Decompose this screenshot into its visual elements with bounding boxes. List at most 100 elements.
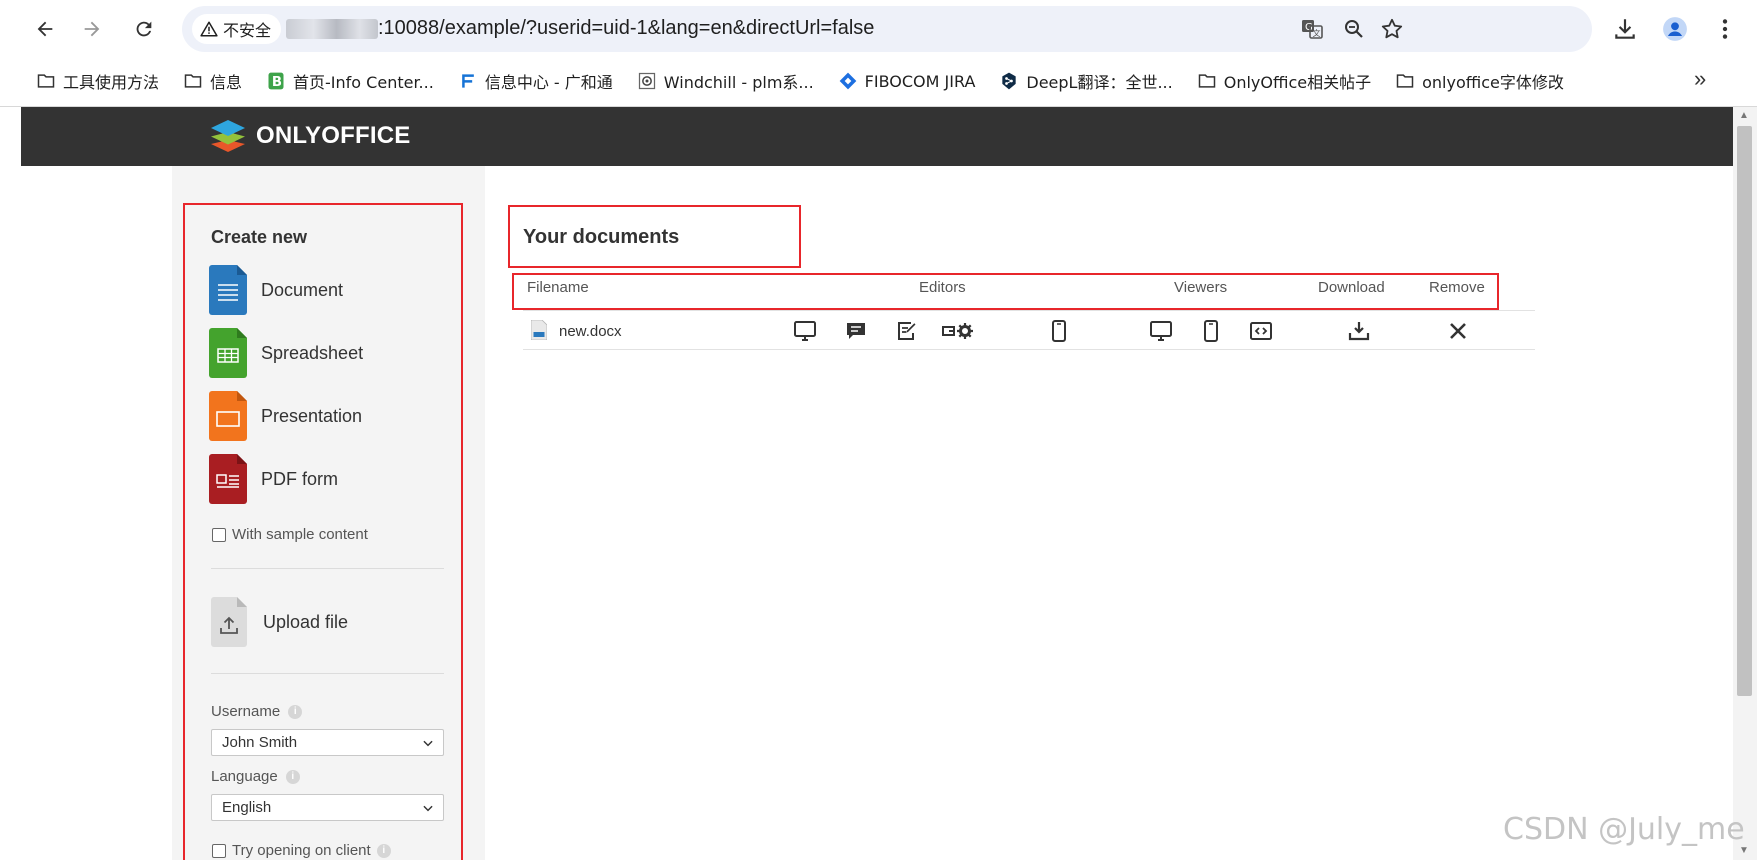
table-header-divider [523, 310, 1535, 311]
create-pdf-form-button[interactable]: PDF form [209, 454, 338, 504]
onlyoffice-logo[interactable]: ONLYOFFICE [208, 118, 410, 154]
bookmarks-bar: 工具使用方法 信息 B 首页-Info Center... 信息中心 - 广和通… [0, 64, 1757, 98]
column-header-download: Download [1318, 279, 1385, 296]
desktop-editor-icon[interactable] [793, 319, 817, 343]
bookmark-1[interactable]: 信息 [183, 69, 242, 93]
column-header-filename: Filename [527, 279, 589, 296]
column-header-remove: Remove [1429, 279, 1485, 296]
sample-content-checkbox[interactable] [212, 527, 226, 542]
upload-file-button[interactable]: Upload file [211, 597, 348, 647]
username-value: John Smith [222, 734, 298, 751]
docx-file-icon [531, 320, 547, 340]
bookmark-3[interactable]: 信息中心 - 广和通 [458, 69, 613, 93]
language-value: English [222, 799, 272, 816]
column-header-editors: Editors [919, 279, 966, 296]
spreadsheet-file-icon [209, 328, 247, 378]
mobile-viewer-icon[interactable] [1199, 319, 1223, 343]
embedded-viewer-icon[interactable] [1249, 319, 1273, 343]
security-chip[interactable]: 不安全 [192, 14, 282, 44]
folder-icon [1198, 74, 1215, 88]
security-label: 不安全 [223, 21, 272, 40]
bookmark-6[interactable]: DeepL翻译：全世... [999, 69, 1173, 93]
chevron-down-icon [423, 805, 433, 812]
b-logo-icon: B [268, 72, 284, 90]
document-label: Document [261, 279, 344, 300]
sample-content-option[interactable]: With sample content [212, 526, 368, 543]
menu-dots-icon[interactable] [1712, 16, 1738, 42]
bookmark-7[interactable]: OnlyOffice相关帖子 [1197, 69, 1371, 93]
try-opening-on-client-checkbox[interactable] [212, 843, 226, 858]
folder-icon [1396, 74, 1414, 88]
arrow-right-icon [84, 21, 100, 37]
bookmark-8[interactable]: onlyoffice字体修改 [1395, 69, 1564, 93]
folder-icon [37, 74, 55, 88]
folder-icon [184, 74, 202, 88]
form-filling-editor-icon[interactable] [941, 319, 975, 343]
desktop-viewer-icon[interactable] [1149, 319, 1173, 343]
info-icon[interactable]: i [376, 843, 391, 858]
sidebar-divider [211, 568, 444, 569]
warning-icon [200, 21, 218, 37]
username-label: Username i [211, 703, 303, 720]
spreadsheet-label: Spreadsheet [261, 342, 364, 363]
onlyoffice-logo-icon [211, 120, 245, 152]
try-opening-on-client-option[interactable]: Try opening on client i [212, 842, 391, 859]
download-icon[interactable] [1612, 16, 1638, 42]
star-icon[interactable] [1380, 17, 1404, 41]
language-label: Language i [211, 768, 300, 785]
back-button[interactable] [30, 14, 60, 44]
create-spreadsheet-button[interactable]: Spreadsheet [209, 328, 363, 378]
comment-editor-icon[interactable] [844, 319, 868, 343]
try-opening-on-client-label: Try opening on client [232, 842, 371, 859]
jira-icon [839, 72, 857, 90]
reload-icon [136, 21, 152, 37]
create-presentation-button[interactable]: Presentation [209, 391, 362, 441]
pdf-form-file-icon [209, 454, 247, 504]
presentation-label: Presentation [261, 405, 363, 426]
url-text[interactable]: :10088/example/?userid=uid-1&lang=en&dir… [378, 17, 874, 40]
presentation-file-icon [209, 391, 247, 441]
download-file-icon[interactable] [1347, 319, 1371, 343]
upload-file-icon [211, 597, 247, 647]
sidebar-divider [211, 673, 444, 674]
windchill-icon [638, 72, 655, 90]
arrow-left-icon [37, 21, 53, 37]
document-file-icon [209, 265, 247, 315]
watermark: CSDN @July_me [1503, 812, 1745, 847]
scrollbar-thumb[interactable] [1737, 126, 1752, 696]
f-logo-icon [461, 74, 474, 88]
create-document-button[interactable]: Document [209, 265, 343, 315]
bookmark-2[interactable]: B 首页-Info Center... [266, 69, 434, 93]
username-select[interactable]: John Smith [211, 729, 444, 756]
address-bar[interactable]: 不安全 :10088/example/?userid=uid-1&lang=en… [182, 6, 1592, 52]
translate-icon[interactable]: G文 [1300, 17, 1324, 41]
mobile-editor-icon[interactable] [1047, 319, 1071, 343]
documents-title: Your documents [523, 226, 680, 248]
pdf-form-label: PDF form [261, 468, 339, 489]
sample-content-label: With sample content [232, 526, 368, 543]
table-row-divider [523, 349, 1535, 350]
blurred-host [286, 19, 378, 39]
create-new-title: Create new [211, 227, 308, 247]
bookmark-0[interactable]: 工具使用方法 [36, 69, 159, 93]
bookmark-5[interactable]: FIBOCOM JIRA [838, 71, 975, 91]
bookmark-4[interactable]: Windchill - plm系... [637, 69, 814, 93]
logo-text: ONLYOFFICE [256, 122, 411, 149]
review-editor-icon[interactable] [895, 319, 919, 343]
forward-button[interactable] [77, 14, 107, 44]
info-icon[interactable]: i [285, 769, 300, 784]
bookmarks-more-button[interactable]: » [1694, 66, 1706, 92]
svg-text:B: B [272, 75, 282, 90]
zoom-icon[interactable] [1342, 17, 1366, 41]
scroll-up-arrow-icon[interactable]: ▲ [1739, 110, 1749, 121]
profile-avatar-icon[interactable] [1662, 16, 1688, 42]
chevron-down-icon [423, 740, 433, 747]
deepl-icon [1002, 72, 1017, 90]
upload-file-label: Upload file [263, 611, 349, 632]
file-name-link[interactable]: new.docx [559, 323, 622, 340]
info-icon[interactable]: i [288, 704, 303, 719]
language-select[interactable]: English [211, 794, 444, 821]
remove-file-icon[interactable] [1446, 319, 1470, 343]
column-header-viewers: Viewers [1174, 279, 1228, 296]
reload-button[interactable] [129, 14, 159, 44]
